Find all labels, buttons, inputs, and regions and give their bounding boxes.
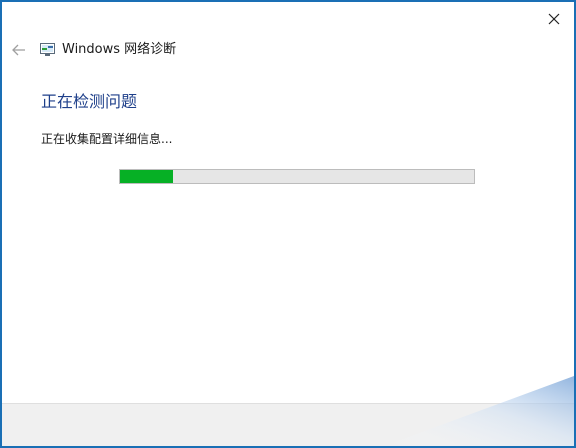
- footer-bar: [2, 403, 574, 446]
- network-diagnostics-icon: [40, 43, 55, 56]
- page-heading: 正在检测问题: [41, 92, 138, 111]
- back-button[interactable]: [10, 42, 28, 58]
- status-text: 正在收集配置详细信息...: [41, 132, 173, 146]
- progress-bar: [119, 169, 475, 184]
- close-button[interactable]: [540, 6, 568, 32]
- back-arrow-icon: [12, 44, 25, 56]
- close-icon: [548, 13, 560, 25]
- diagnostics-window: Windows 网络诊断 正在检测问题 正在收集配置详细信息...: [0, 0, 576, 448]
- progress-bar-fill: [120, 170, 174, 183]
- window-title: Windows 网络诊断: [62, 42, 177, 57]
